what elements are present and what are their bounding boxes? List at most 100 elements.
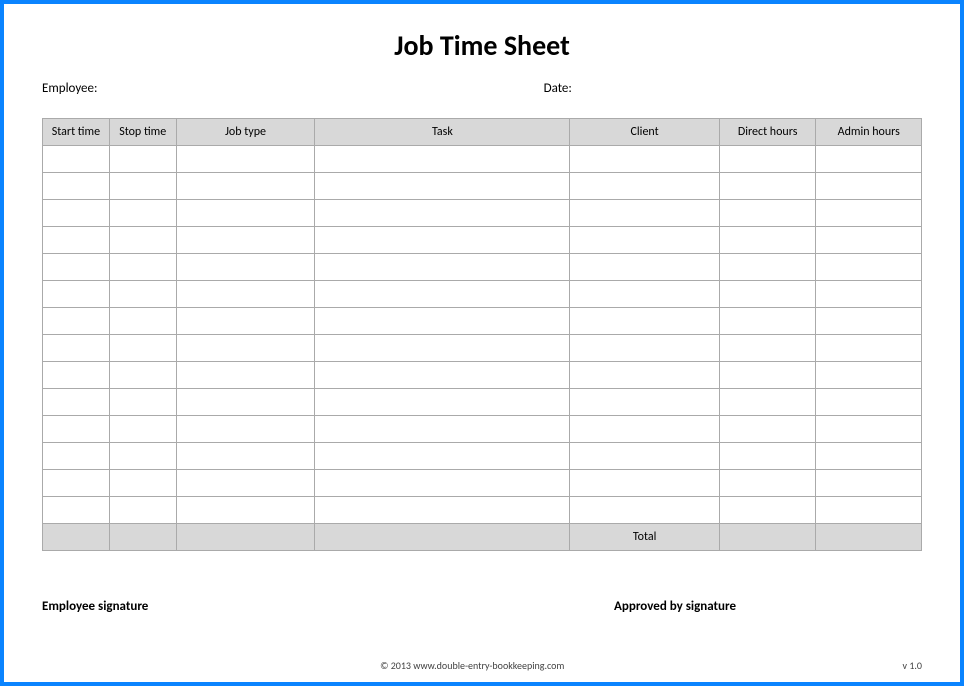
table-cell[interactable] xyxy=(719,389,816,416)
table-cell[interactable] xyxy=(570,443,719,470)
table-cell[interactable] xyxy=(719,497,816,524)
table-cell[interactable] xyxy=(109,227,176,254)
table-cell[interactable] xyxy=(43,497,110,524)
table-cell[interactable] xyxy=(109,497,176,524)
table-cell[interactable] xyxy=(315,335,570,362)
table-cell[interactable] xyxy=(816,146,922,173)
table-cell[interactable] xyxy=(719,173,816,200)
table-cell[interactable] xyxy=(43,335,110,362)
table-cell[interactable] xyxy=(109,281,176,308)
table-cell[interactable] xyxy=(109,173,176,200)
table-cell[interactable] xyxy=(43,362,110,389)
table-cell[interactable] xyxy=(816,254,922,281)
table-cell[interactable] xyxy=(109,443,176,470)
table-cell[interactable] xyxy=(176,146,315,173)
table-cell[interactable] xyxy=(176,416,315,443)
table-cell[interactable] xyxy=(43,443,110,470)
table-cell[interactable] xyxy=(315,254,570,281)
footer: © 2013 www.double-entry-bookkeeping.com … xyxy=(42,659,922,672)
table-cell[interactable] xyxy=(109,146,176,173)
table-cell[interactable] xyxy=(315,227,570,254)
table-cell[interactable] xyxy=(176,362,315,389)
table-cell[interactable] xyxy=(570,146,719,173)
table-cell[interactable] xyxy=(816,443,922,470)
table-cell[interactable] xyxy=(570,254,719,281)
table-cell[interactable] xyxy=(176,281,315,308)
table-cell[interactable] xyxy=(315,173,570,200)
table-cell[interactable] xyxy=(43,227,110,254)
table-cell[interactable] xyxy=(109,416,176,443)
table-cell[interactable] xyxy=(43,308,110,335)
table-cell[interactable] xyxy=(176,227,315,254)
table-cell[interactable] xyxy=(719,362,816,389)
table-cell[interactable] xyxy=(315,443,570,470)
table-cell[interactable] xyxy=(719,146,816,173)
table-cell[interactable] xyxy=(719,227,816,254)
table-cell[interactable] xyxy=(315,308,570,335)
col-stop-time: Stop time xyxy=(109,119,176,146)
table-cell[interactable] xyxy=(816,281,922,308)
table-cell[interactable] xyxy=(43,200,110,227)
table-cell[interactable] xyxy=(719,308,816,335)
table-cell[interactable] xyxy=(570,389,719,416)
table-cell[interactable] xyxy=(315,281,570,308)
table-cell[interactable] xyxy=(315,416,570,443)
table-cell[interactable] xyxy=(43,416,110,443)
table-cell[interactable] xyxy=(570,362,719,389)
table-cell[interactable] xyxy=(570,227,719,254)
table-cell[interactable] xyxy=(109,362,176,389)
table-cell[interactable] xyxy=(816,362,922,389)
table-cell[interactable] xyxy=(315,497,570,524)
table-cell[interactable] xyxy=(570,281,719,308)
table-cell[interactable] xyxy=(176,497,315,524)
table-cell[interactable] xyxy=(315,389,570,416)
table-cell[interactable] xyxy=(43,389,110,416)
table-cell[interactable] xyxy=(816,470,922,497)
table-cell[interactable] xyxy=(315,146,570,173)
table-cell[interactable] xyxy=(176,173,315,200)
table-cell[interactable] xyxy=(176,200,315,227)
table-cell[interactable] xyxy=(315,362,570,389)
table-cell[interactable] xyxy=(315,470,570,497)
table-cell[interactable] xyxy=(43,173,110,200)
table-cell[interactable] xyxy=(719,470,816,497)
table-cell[interactable] xyxy=(719,443,816,470)
table-cell[interactable] xyxy=(109,470,176,497)
table-cell[interactable] xyxy=(109,335,176,362)
table-cell[interactable] xyxy=(315,200,570,227)
table-cell[interactable] xyxy=(43,470,110,497)
table-cell[interactable] xyxy=(176,335,315,362)
table-cell[interactable] xyxy=(43,254,110,281)
table-cell[interactable] xyxy=(816,416,922,443)
table-cell[interactable] xyxy=(176,254,315,281)
table-cell[interactable] xyxy=(816,389,922,416)
table-cell[interactable] xyxy=(816,335,922,362)
table-cell[interactable] xyxy=(816,227,922,254)
table-cell[interactable] xyxy=(176,443,315,470)
table-cell[interactable] xyxy=(176,470,315,497)
table-cell[interactable] xyxy=(109,254,176,281)
table-cell[interactable] xyxy=(176,308,315,335)
table-cell[interactable] xyxy=(816,497,922,524)
table-cell[interactable] xyxy=(816,308,922,335)
table-cell[interactable] xyxy=(719,416,816,443)
table-cell[interactable] xyxy=(570,308,719,335)
table-cell[interactable] xyxy=(109,308,176,335)
table-cell[interactable] xyxy=(570,470,719,497)
table-cell[interactable] xyxy=(570,173,719,200)
table-cell[interactable] xyxy=(719,281,816,308)
table-cell[interactable] xyxy=(570,335,719,362)
table-cell[interactable] xyxy=(816,173,922,200)
table-cell[interactable] xyxy=(570,200,719,227)
table-cell[interactable] xyxy=(816,200,922,227)
table-cell[interactable] xyxy=(570,497,719,524)
table-cell[interactable] xyxy=(719,335,816,362)
table-cell[interactable] xyxy=(719,254,816,281)
table-cell[interactable] xyxy=(570,416,719,443)
table-cell[interactable] xyxy=(719,200,816,227)
table-cell[interactable] xyxy=(176,389,315,416)
table-cell[interactable] xyxy=(43,281,110,308)
table-cell[interactable] xyxy=(43,146,110,173)
table-cell[interactable] xyxy=(109,200,176,227)
table-cell[interactable] xyxy=(109,389,176,416)
